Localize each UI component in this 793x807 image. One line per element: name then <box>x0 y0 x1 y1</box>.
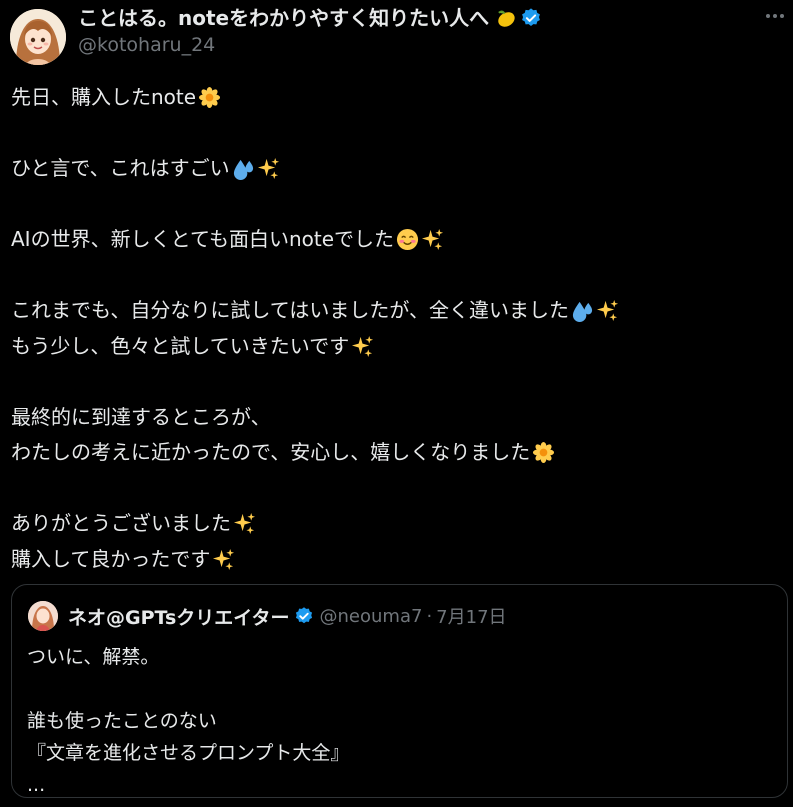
tweet-text-line <box>11 471 771 507</box>
quote-verified-badge-icon <box>294 606 314 626</box>
blossom-emoji-icon <box>198 86 221 109</box>
quote-text-line: 誰も使ったことのない <box>27 710 217 732</box>
tweet-text-line <box>11 258 771 294</box>
quote-date[interactable]: 7月17日 <box>436 603 506 629</box>
quoted-tweet[interactable]: ネオ@GPTsクリエイター @neouma7 · 7月17日 ついに、解禁。誰も… <box>11 584 788 798</box>
author-avatar[interactable] <box>10 9 66 65</box>
more-options-icon[interactable] <box>763 4 787 28</box>
sparkles-emoji-icon <box>212 548 235 571</box>
quote-text-line: ... <box>27 774 46 796</box>
author-handle[interactable]: @kotoharu_24 <box>78 33 215 57</box>
sparkles-emoji-icon <box>257 157 280 180</box>
quote-text-line <box>27 673 349 705</box>
quote-header: ネオ@GPTsクリエイター @neouma7 · 7月17日 <box>68 603 507 629</box>
tweet-text-line: AIの世界、新しくとても面白いnoteでした <box>11 222 771 258</box>
tweet-text-line: 購入して良かったです <box>11 542 771 578</box>
tweet-text: 購入して良かったです <box>11 546 211 571</box>
tweet-text-line: 最終的に到達するところが、 <box>11 400 771 436</box>
tweet-text-line: ありがとうございました <box>11 506 771 542</box>
quote-display-name[interactable]: ネオ@GPTsクリエイター <box>68 603 290 630</box>
verified-badge-icon[interactable] <box>520 7 542 29</box>
sparkles-emoji-icon <box>596 299 619 322</box>
tweet-text: ありがとうございました <box>11 511 231 535</box>
quote-author-avatar[interactable] <box>28 601 58 631</box>
sweat-drops-emoji-icon <box>232 157 255 181</box>
tweet-text-line: ひと言で、これはすごい <box>11 151 771 187</box>
quote-text-line: ついに、解禁。 <box>27 646 160 668</box>
tweet-text-line <box>11 116 771 152</box>
tweet-text-line: もう少し、色々と試していきたいです <box>11 329 771 365</box>
smiling-face-emoji-icon <box>396 228 419 251</box>
author-display-name[interactable]: ことはる。noteをわかりやすく知りたい人へ <box>78 5 489 31</box>
tweet-text: 先日、購入したnote <box>11 85 197 109</box>
tweet-text: AIの世界、新しくとても面白いnoteでした <box>11 227 395 251</box>
tweet-text: 最終的に到達するところが、 <box>11 404 271 429</box>
quote-handle[interactable]: @neouma7 <box>320 606 423 627</box>
sparkles-emoji-icon <box>351 335 374 358</box>
tweet-text: わたしの考えに近かったので、安心し、嬉しくなりました <box>11 440 531 464</box>
tweet-text: これまでも、自分なりに試してはいましたが、全く違いました <box>11 298 569 322</box>
tweet: ことはる。noteをわかりやすく知りたい人へ @kotoharu_24 先日、購… <box>0 0 793 807</box>
sparkles-emoji-icon <box>233 512 256 535</box>
tweet-text-line <box>11 364 771 400</box>
blossom-emoji-icon <box>532 441 555 464</box>
sparkles-emoji-icon <box>421 228 444 251</box>
lemon-emoji-icon <box>494 7 517 30</box>
tweet-text-line: わたしの考えに近かったので、安心し、嬉しくなりました <box>11 435 771 471</box>
tweet-text: ひと言で、これはすごい <box>11 156 230 180</box>
tweet-text: もう少し、色々と試していきたいです <box>11 333 350 358</box>
tweet-text-line: 先日、購入したnote <box>11 80 771 116</box>
author-name-row: ことはる。noteをわかりやすく知りたい人へ <box>78 4 542 32</box>
quote-body: ついに、解禁。誰も使ったことのない『文章を進化させるプロンプト大全』... <box>27 641 350 797</box>
quote-text-line: 『文章を進化させるプロンプト大全』 <box>27 742 350 764</box>
tweet-body: 先日、購入したnote ひと言で、これはすごい AIの世界、新しくとても面白いnot… <box>11 80 771 577</box>
tweet-text-line: これまでも、自分なりに試してはいましたが、全く違いました <box>11 293 771 329</box>
tweet-text-line <box>11 187 771 223</box>
sweat-drops-emoji-icon <box>571 299 594 323</box>
quote-separator: · <box>426 605 433 627</box>
